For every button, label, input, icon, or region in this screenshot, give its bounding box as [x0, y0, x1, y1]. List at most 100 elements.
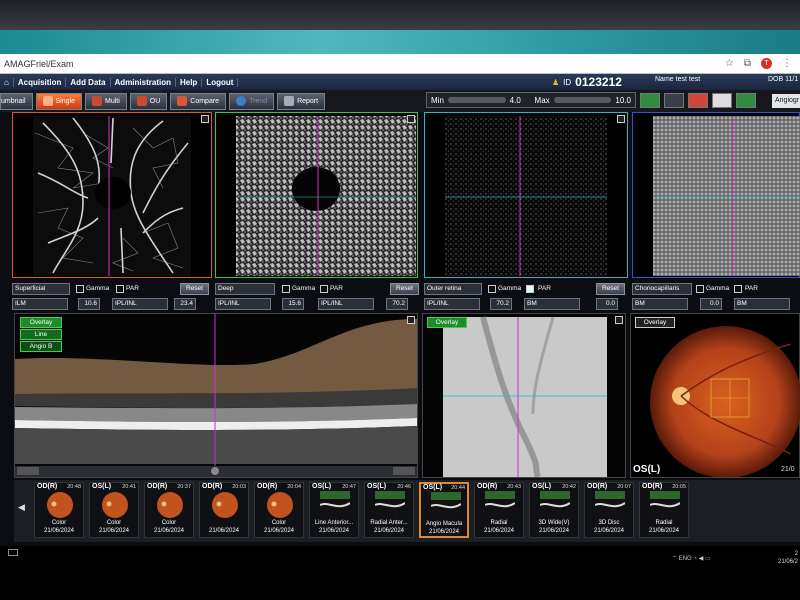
- overlay-toggle[interactable]: Overlay: [20, 317, 62, 328]
- panel-pin-icon[interactable]: [615, 316, 623, 324]
- compare-view-icon: [177, 96, 188, 106]
- panel-pin-icon[interactable]: [407, 115, 415, 123]
- bscan-panel[interactable]: Overlay Line Angio B: [14, 313, 418, 478]
- exam-thumbnail[interactable]: OD(R) 20:43 Radial 21/06/2024: [474, 482, 524, 538]
- compare-view-button[interactable]: Compare: [170, 92, 227, 110]
- panel-pin-icon[interactable]: [407, 316, 415, 324]
- chorio-top-boundary-select[interactable]: BM: [632, 298, 688, 310]
- enface-panel[interactable]: Overlay: [422, 313, 626, 478]
- address-bar[interactable]: AMAGFriel/Exam ☆ ⧉ T ⋮: [0, 54, 800, 74]
- print-icon[interactable]: [688, 93, 708, 108]
- language-indicator[interactable]: ENG: [679, 556, 692, 562]
- deep-layer-select[interactable]: Deep: [215, 283, 275, 295]
- chorio-par-checkbox[interactable]: [734, 285, 742, 293]
- trend-view-button[interactable]: Trend: [229, 92, 275, 110]
- deep-top-offset[interactable]: 15.6: [282, 298, 304, 310]
- battery-icon[interactable]: ▭: [705, 556, 711, 562]
- outer-bottom-boundary-select[interactable]: BM: [524, 298, 580, 310]
- superficial-par-checkbox[interactable]: [116, 285, 124, 293]
- superficial-top-offset[interactable]: 10.6: [78, 298, 100, 310]
- deep-bottom-boundary-select[interactable]: IPL/INL: [318, 298, 374, 310]
- exam-thumbnail[interactable]: OS(L) 20:44 Angio Macula 21/06/2024: [419, 482, 469, 538]
- line-toggle[interactable]: Line: [20, 329, 62, 340]
- system-clock[interactable]: 2 21/06/2: [778, 550, 798, 566]
- menu-acquisition[interactable]: Acquisition: [14, 77, 67, 87]
- exam-thumbnail[interactable]: OD(R) 20:04 Color 21/06/2024: [254, 482, 304, 538]
- home-icon[interactable]: ⌂: [0, 77, 14, 87]
- exam-thumbnail[interactable]: OS(L) 20:42 3D Wide(V) 21/06/2024: [529, 482, 579, 538]
- superficial-bottom-boundary-select[interactable]: IPL/INL: [112, 298, 168, 310]
- choriocapillaris-angio-panel[interactable]: [632, 112, 800, 278]
- panel-pin-icon[interactable]: [201, 115, 209, 123]
- star-icon[interactable]: ☆: [725, 58, 734, 69]
- multi-view-button[interactable]: Multi: [84, 92, 127, 110]
- fundus-thumbnail-image: [102, 492, 128, 518]
- fundus-panel[interactable]: Overlay OS(L) 21/0: [630, 313, 800, 478]
- superficial-top-boundary-select[interactable]: ILM: [12, 298, 68, 310]
- min-slider[interactable]: [447, 97, 506, 103]
- measure-icon[interactable]: [736, 93, 756, 108]
- thumbnail-label: Color: [161, 520, 177, 526]
- scroll-left-icon[interactable]: ◀: [18, 502, 25, 513]
- profile-avatar[interactable]: T: [761, 58, 772, 69]
- menu-add-data[interactable]: Add Data: [66, 77, 111, 87]
- menu-help[interactable]: Help: [176, 77, 203, 87]
- extensions-icon[interactable]: ⧉: [744, 58, 751, 69]
- chevron-up-icon[interactable]: ⌃: [672, 556, 677, 562]
- menu-kebab-icon[interactable]: ⋮: [782, 58, 792, 69]
- chorio-bottom-boundary-select[interactable]: BM: [734, 298, 790, 310]
- max-slider[interactable]: [553, 97, 612, 103]
- outer-gamma-checkbox[interactable]: [488, 285, 496, 293]
- outer-bottom-offset[interactable]: 0.0: [596, 298, 618, 310]
- exam-thumbnail[interactable]: OS(L) 20:46 Radial Anter... 21/06/2024: [364, 482, 414, 538]
- superficial-gamma-checkbox[interactable]: [76, 285, 84, 293]
- camera-icon[interactable]: [664, 93, 684, 108]
- deep-par-checkbox[interactable]: [320, 285, 328, 293]
- chorio-gamma-checkbox[interactable]: [696, 285, 704, 293]
- enface-overlay-toggle[interactable]: Overlay: [427, 317, 467, 328]
- exam-thumbnail[interactable]: OD(R) 20:05 Radial 21/06/2024: [639, 482, 689, 538]
- deep-top-boundary-select[interactable]: IPL/INL: [215, 298, 271, 310]
- ou-view-button[interactable]: OU: [129, 92, 168, 110]
- angiography-dropdown[interactable]: Angiogr: [772, 94, 800, 108]
- panel-pin-icon[interactable]: [617, 115, 625, 123]
- exam-thumbnail[interactable]: OD(R) 20:37 Color 21/06/2024: [144, 482, 194, 538]
- outer-retina-angio-panel[interactable]: [424, 112, 628, 278]
- single-view-button[interactable]: Single: [35, 92, 82, 110]
- thumbnail-eye: OS(L): [532, 483, 552, 490]
- report-view-button[interactable]: Report: [277, 92, 326, 110]
- exam-thumbnail[interactable]: OD(R) 20:48 Color 21/06/2024: [34, 482, 84, 538]
- chorio-layer-select[interactable]: Choriocapillaris: [632, 283, 692, 295]
- wifi-icon[interactable]: ◔: [693, 556, 697, 562]
- superficial-reset-button[interactable]: Reset: [180, 283, 209, 295]
- exam-thumbnail[interactable]: OS(L) 20:47 Line Anterior... 21/06/2024: [309, 482, 359, 538]
- screen-icon[interactable]: [640, 93, 660, 108]
- exam-thumbnail[interactable]: OS(L) 20:41 Color 21/06/2024: [89, 482, 139, 538]
- deep-bottom-offset[interactable]: 70.2: [386, 298, 408, 310]
- chorio-top-offset[interactable]: 0.0: [700, 298, 722, 310]
- window-icon[interactable]: [712, 93, 732, 108]
- deep-reset-button[interactable]: Reset: [390, 283, 419, 295]
- angio-b-toggle[interactable]: Angio B: [20, 341, 62, 352]
- superficial-bottom-offset[interactable]: 23.4: [174, 298, 196, 310]
- superficial-layer-select[interactable]: Superficial: [12, 283, 70, 295]
- menu-logout[interactable]: Logout: [202, 77, 239, 87]
- exam-thumbnail[interactable]: OD(R) 20:03 21/06/2024: [199, 482, 249, 538]
- fundus-overlay-toggle[interactable]: Overlay: [635, 317, 675, 328]
- superficial-angio-panel[interactable]: [12, 112, 212, 278]
- deep-gamma-checkbox[interactable]: [282, 285, 290, 293]
- volume-icon[interactable]: ◀: [699, 556, 704, 562]
- exam-thumbnail[interactable]: OD(R) 20:07 3D Disc 21/06/2024: [584, 482, 634, 538]
- thumbnail-view-button[interactable]: umbnail: [0, 92, 33, 110]
- outer-top-offset[interactable]: 70.2: [490, 298, 512, 310]
- oct-thumbnail-image: [431, 492, 461, 520]
- outer-retina-layer-select[interactable]: Outer retina: [424, 283, 482, 295]
- menu-administration[interactable]: Administration: [111, 77, 176, 87]
- deep-angio-panel[interactable]: [215, 112, 418, 278]
- contrast-range-control: Min 4.0 Max 10.0: [426, 92, 636, 108]
- thumbnail-label: umbnail: [1, 97, 26, 105]
- window-button[interactable]: [8, 549, 18, 556]
- outer-par-checkbox[interactable]: [526, 285, 534, 293]
- outer-top-boundary-select[interactable]: IPL/INL: [424, 298, 480, 310]
- outer-reset-button[interactable]: Reset: [596, 283, 625, 295]
